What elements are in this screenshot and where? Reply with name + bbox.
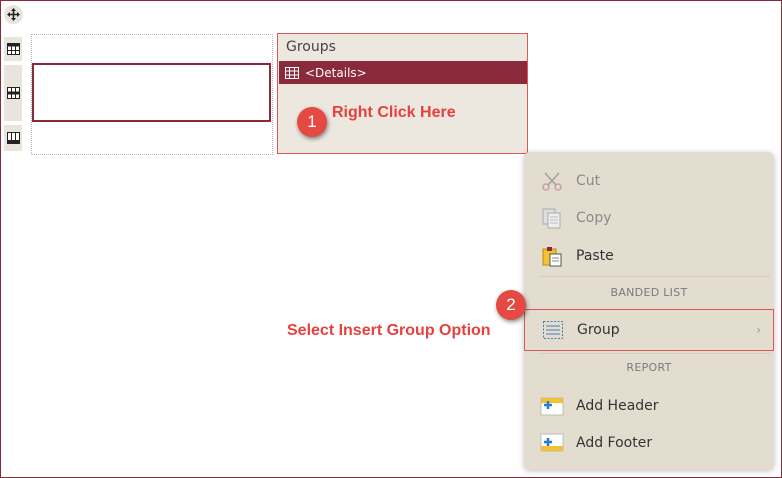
details-group-row[interactable]: <Details> xyxy=(279,61,527,84)
step1-callout: Right Click Here xyxy=(332,104,456,121)
menu-label-add-header: Add Header xyxy=(576,398,659,414)
table-icon xyxy=(285,66,299,79)
menu-label-cut: Cut xyxy=(576,173,601,189)
row-handle-footer[interactable] xyxy=(4,125,22,151)
group-icon xyxy=(541,318,565,342)
menu-item-add-footer[interactable]: Add Footer xyxy=(524,426,774,460)
add-footer-icon xyxy=(540,431,564,455)
menu-separator xyxy=(540,276,770,277)
menu-item-paste[interactable]: Paste xyxy=(524,239,774,273)
copy-icon xyxy=(540,206,564,230)
menu-item-group[interactable]: Group › xyxy=(524,309,774,351)
details-label: <Details> xyxy=(305,65,367,80)
groups-panel-title: Groups xyxy=(286,39,336,55)
menu-label-paste: Paste xyxy=(576,248,614,264)
details-row-cell[interactable] xyxy=(32,63,271,122)
menu-item-add-header[interactable]: Add Header xyxy=(524,389,774,423)
menu-item-copy[interactable]: Copy xyxy=(524,201,774,235)
table-row-icon xyxy=(6,43,20,55)
step-badge-2: 2 xyxy=(496,290,526,320)
menu-separator xyxy=(540,353,770,354)
scissors-icon xyxy=(540,169,564,193)
row-handle-header[interactable] xyxy=(4,37,22,61)
menu-item-cut[interactable]: Cut xyxy=(524,164,774,198)
context-menu: Cut Copy Paste BANDED LIST Group › REPOR… xyxy=(524,152,774,470)
menu-label-copy: Copy xyxy=(576,210,612,226)
menu-label-add-footer: Add Footer xyxy=(576,435,653,451)
section-report: REPORT xyxy=(626,361,672,374)
table-row-icon xyxy=(6,87,20,99)
menu-label-group: Group xyxy=(577,322,620,338)
table-row-icon xyxy=(6,132,20,144)
paste-icon xyxy=(540,244,564,268)
row-handle-details[interactable] xyxy=(4,65,22,121)
section-banded-list: BANDED LIST xyxy=(610,286,688,299)
step2-callout: Select Insert Group Option xyxy=(287,322,491,339)
step-badge-1: 1 xyxy=(297,107,327,137)
add-header-icon xyxy=(540,394,564,418)
move-icon[interactable] xyxy=(4,5,23,24)
chevron-right-icon: › xyxy=(756,323,761,337)
